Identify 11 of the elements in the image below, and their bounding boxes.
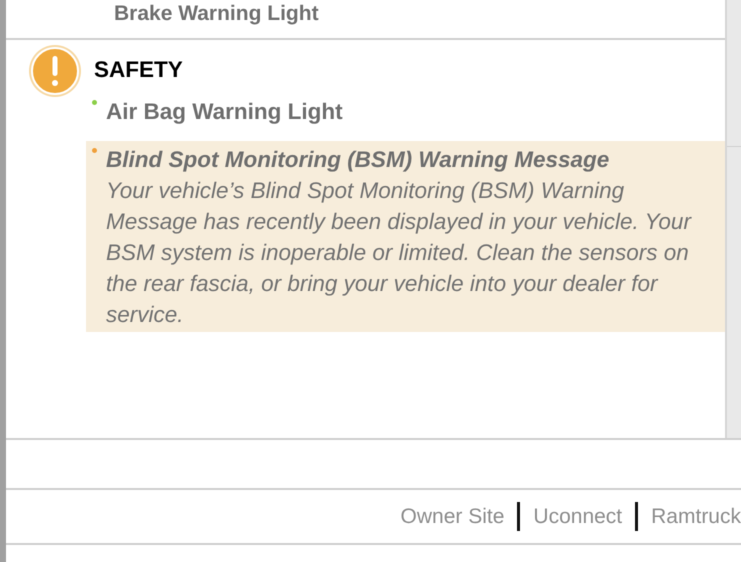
item-title: Air Bag Warning Light (106, 98, 343, 126)
footer-link[interactable]: Ramtruck (638, 504, 741, 528)
alert-icon (28, 44, 82, 98)
warning-item[interactable]: Air Bag Warning Light (86, 93, 725, 129)
section-title: SAFETY (94, 57, 184, 83)
item-title: Blind Spot Monitoring (BSM) Warning Message (106, 146, 610, 174)
item-title[interactable]: Brake Warning Light (114, 2, 319, 26)
warning-item[interactable] (86, 141, 725, 332)
footer-link[interactable]: Owner Site (388, 504, 518, 528)
footer-link[interactable]: Uconnect (520, 504, 636, 528)
item-description: Your vehicle’s Blind Spot Monitoring (BSM) Warning Message has recently been displayed in your vehicle. Your BSM system is inoperable or limited. Clean the sensors on the rear fascia, or bring your vehicle into your dealer for service. (106, 177, 693, 329)
